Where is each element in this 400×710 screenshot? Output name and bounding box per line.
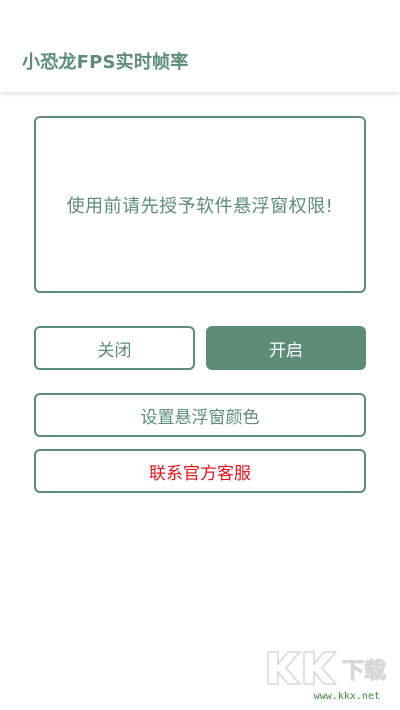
kk-logo-icon: 下载 [267,651,387,685]
watermark-url: www.kkx.net [313,691,380,702]
close-button[interactable]: 关闭 [34,326,195,370]
open-button[interactable]: 开启 [206,326,366,370]
svg-text:下载: 下载 [342,658,386,684]
app-bar: 小恐龙FPS实时帧率 [0,0,400,92]
permission-message-box: 使用前请先授予软件悬浮窗权限! [34,116,366,293]
contact-support-button[interactable]: 联系官方客服 [34,449,366,493]
watermark: 下载 www.kkx.net [262,648,392,702]
app-title: 小恐龙FPS实时帧率 [22,52,189,73]
permission-message-text: 使用前请先授予软件悬浮窗权限! [66,195,334,217]
set-overlay-color-button[interactable]: 设置悬浮窗颜色 [34,393,366,437]
